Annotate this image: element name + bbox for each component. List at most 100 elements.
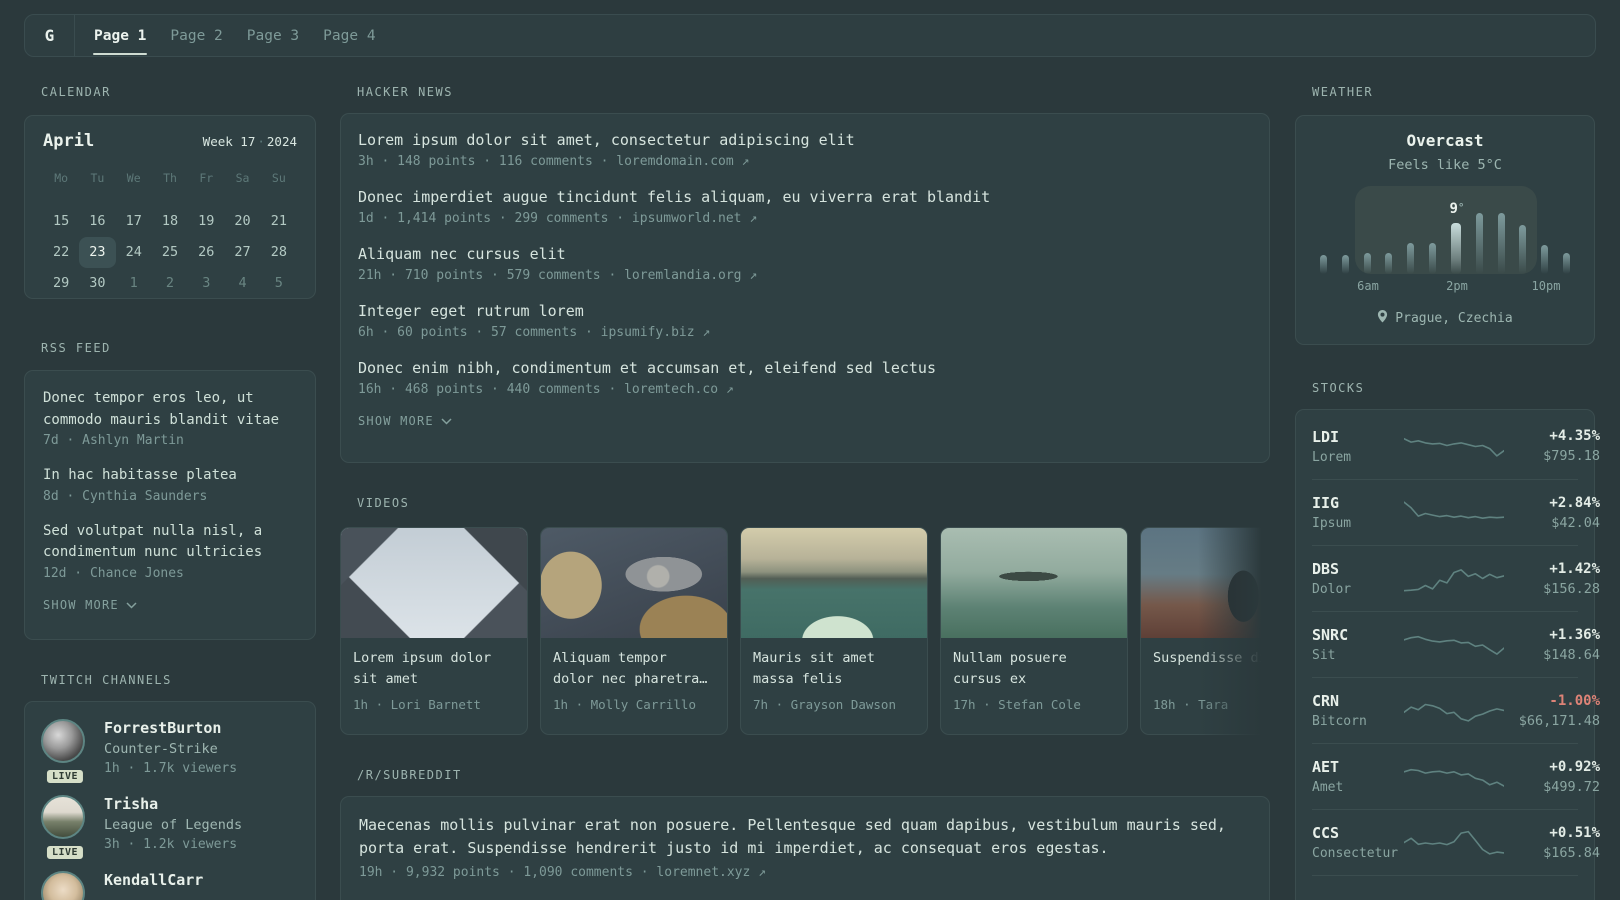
channel-meta: 1h · 1.7k viewers: [104, 761, 238, 776]
tab-page-4[interactable]: Page 4: [311, 15, 387, 56]
stock-sparkline: [1404, 892, 1504, 900]
weather-time-label: 2pm: [1446, 279, 1468, 293]
stock-sparkline: [1404, 429, 1504, 463]
show-more-label: SHOW MORE: [43, 597, 119, 612]
video-card[interactable]: Suspendisse diam 18h · Tara: [1140, 527, 1270, 735]
hn-item-meta: 6h · 60 points · 57 comments · ipsumify.…: [358, 325, 711, 340]
videos-carousel: Lorem ipsum dolor sit amet consectetu… 1…: [340, 527, 1270, 735]
video-thumbnail: [741, 528, 927, 638]
stock-row: IIG Ipsum +2.84% $42.04: [1312, 479, 1600, 545]
hn-item-title[interactable]: Lorem ipsum dolor sit amet, consectetur …: [358, 131, 1252, 149]
avatar-wrap: LIVE: [41, 719, 89, 785]
video-title: Suspendisse diam: [1153, 650, 1270, 666]
video-card[interactable]: Mauris sit amet massa felis 7h · Grayson…: [740, 527, 928, 735]
twitch-channel[interactable]: LIVE Trisha League of Legends 3h · 1.2k …: [41, 795, 299, 861]
video-meta: 7h · Grayson Dawson: [753, 697, 896, 712]
stock-sparkline: [1404, 826, 1504, 860]
stock-price: $66,171.48: [1518, 712, 1600, 729]
calendar-day: 26: [198, 244, 215, 260]
calendar-day: 1: [129, 275, 138, 291]
calendar-day: 30: [89, 275, 106, 291]
calendar-day: 5: [274, 275, 283, 291]
rss-show-more-button[interactable]: SHOW MORE: [43, 598, 297, 612]
stock-name: Bitcorn: [1312, 714, 1367, 729]
video-thumbnail: [1141, 528, 1270, 638]
stock-row: DBS Dolor +1.42% $156.28: [1312, 545, 1600, 611]
rss-item-title[interactable]: In hac habitasse platea: [43, 465, 297, 487]
video-meta: 1h · Molly Carrillo: [553, 697, 696, 712]
stock-change: +1.36%: [1549, 626, 1600, 643]
video-card[interactable]: Nullam posuere cursus ex 17h · Stefan Co…: [940, 527, 1128, 735]
calendar-day: 4: [238, 275, 247, 291]
top-nav: G Page 1 Page 2 Page 3 Page 4: [24, 14, 1596, 57]
channel-name[interactable]: KendallCarr: [104, 871, 203, 889]
rss-item-title[interactable]: Donec tempor eros leo, ut commodo mauris…: [43, 388, 297, 431]
twitch-widget: LIVE ForrestBurton Counter-Strike 1h · 1…: [24, 701, 316, 900]
calendar-day: 3: [202, 275, 211, 291]
rss-item-title[interactable]: Sed volutpat nulla nisl, a condimentum n…: [43, 521, 297, 564]
middle-column: HACKER NEWS Lorem ipsum dolor sit amet, …: [340, 57, 1270, 900]
calendar-year: 2024: [266, 134, 297, 149]
hn-item-title[interactable]: Aliquam nec cursus elit: [358, 245, 1252, 263]
twitch-channel[interactable]: KendallCarr: [41, 871, 299, 900]
video-meta: 1h · Lori Barnett: [353, 697, 481, 712]
stocks-section-title: STOCKS: [1312, 381, 1365, 395]
hn-item: Aliquam nec cursus elit 21h · 710 points…: [358, 245, 1252, 283]
rss-item: Donec tempor eros leo, ut commodo mauris…: [43, 388, 297, 448]
calendar-day: 20: [234, 213, 251, 229]
degree-symbol: °: [1457, 201, 1465, 214]
calendar-weekday: We: [126, 171, 141, 185]
calendar-day: 17: [125, 213, 142, 229]
stock-sparkline: [1404, 496, 1504, 530]
stock-row: SNRC Sit +1.36% $148.64: [1312, 611, 1600, 677]
stock-ticker: CCS: [1312, 824, 1340, 842]
stock-sparkline: [1404, 760, 1504, 794]
stock-row: LDI Lorem +4.35% $795.18: [1312, 413, 1600, 479]
weather-time-label: 6am: [1357, 279, 1379, 293]
app-logo[interactable]: G: [25, 15, 74, 56]
weather-bar: [1341, 255, 1349, 274]
stock-change: +1.42%: [1549, 560, 1600, 577]
calendar-week: Week 17 · 2024: [203, 134, 297, 149]
right-column: WEATHER Overcast Feels like 5°C 9° 6am 2p…: [1295, 57, 1600, 900]
calendar-day: 27: [234, 244, 251, 260]
hn-item-title[interactable]: Donec enim nibh, condimentum et accumsan…: [358, 359, 1252, 377]
stock-row: AHS +0.46%: [1312, 875, 1600, 900]
video-card[interactable]: Aliquam tempor dolor nec pharetra… 1h · …: [540, 527, 728, 735]
hn-item-title[interactable]: Integer eget rutrum lorem: [358, 302, 1252, 320]
tab-page-3[interactable]: Page 3: [235, 15, 311, 56]
avatar-wrap: [41, 871, 89, 900]
calendar-day: 18: [161, 213, 179, 229]
calendar-day: 24: [125, 244, 142, 260]
weather-bar: [1407, 243, 1415, 274]
weather-condition: Overcast: [1406, 131, 1484, 150]
live-badge: LIVE: [44, 844, 86, 861]
rss-section-title: RSS FEED: [41, 341, 111, 355]
hn-item: Integer eget rutrum lorem 6h · 60 points…: [358, 302, 1252, 340]
weather-section-title: WEATHER: [1312, 85, 1374, 99]
reddit-post-title[interactable]: Maecenas mollis pulvinar erat non posuer…: [359, 814, 1251, 860]
hn-show-more-button[interactable]: SHOW MORE: [358, 414, 1252, 428]
stock-change: +4.35%: [1549, 428, 1600, 444]
video-title: Nullam posuere cursus ex: [953, 650, 1067, 687]
weather-bar: [1475, 213, 1483, 274]
stock-name: Sit: [1312, 648, 1336, 663]
hn-item-meta: 1d · 1,414 points · 299 comments · ipsum…: [358, 211, 758, 226]
channel-name[interactable]: Trisha: [104, 795, 242, 813]
weather-bar: [1363, 253, 1371, 274]
video-card[interactable]: Lorem ipsum dolor sit amet consectetu… 1…: [340, 527, 528, 735]
twitch-channel[interactable]: LIVE ForrestBurton Counter-Strike 1h · 1…: [41, 719, 299, 785]
stock-change: -1.00%: [1549, 692, 1600, 709]
stock-price: $795.18: [1543, 448, 1600, 464]
stock-ticker: SNRC: [1312, 626, 1349, 644]
tab-page-2[interactable]: Page 2: [158, 15, 234, 56]
stock-name: Ipsum: [1312, 516, 1352, 531]
map-pin-icon: [1377, 309, 1388, 327]
rss-item-meta: 7d · Ashlyn Martin: [43, 433, 184, 448]
show-more-label: SHOW MORE: [358, 414, 434, 428]
channel-meta: 3h · 1.2k viewers: [104, 837, 238, 852]
hn-item-title[interactable]: Donec imperdiet augue tincidunt felis al…: [358, 188, 1252, 206]
weather-location: Prague, Czechia: [1296, 309, 1594, 327]
channel-name[interactable]: ForrestBurton: [104, 719, 237, 737]
tab-page-1[interactable]: Page 1: [82, 15, 158, 56]
